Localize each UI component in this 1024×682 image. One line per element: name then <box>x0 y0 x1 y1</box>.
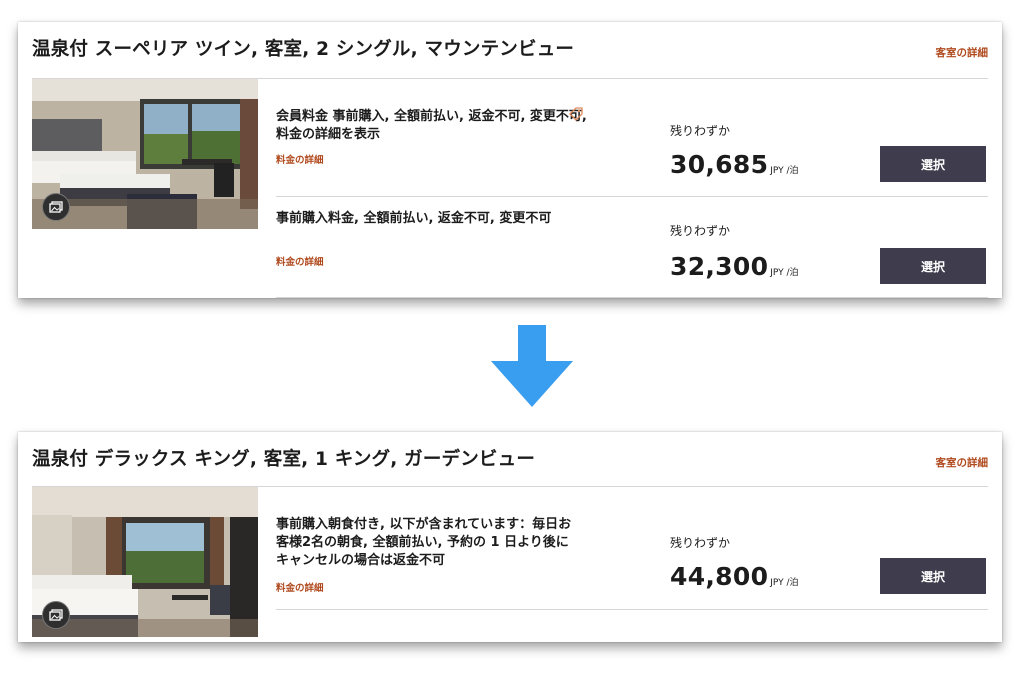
rate-description: 会員料金 事前購入, 全額前払い, 返金不可, 変更不可, 料金の詳細を表示 <box>276 109 587 142</box>
rate-details-link[interactable]: 料金の詳細 <box>276 580 324 594</box>
price-amount: 32,300 <box>670 252 769 281</box>
price-amount: 30,685 <box>670 150 769 179</box>
rate-row: 事前購入料金, 全額前払い, 返金不可, 変更不可 料金の詳細 残りわずか 32… <box>276 210 988 298</box>
price-unit: JPY /泊 <box>770 578 799 588</box>
select-button[interactable]: 選択 <box>880 558 986 594</box>
gallery-icon <box>49 201 63 213</box>
rate-divider <box>276 297 988 298</box>
price-unit: JPY /泊 <box>770 166 799 176</box>
select-button[interactable]: 選択 <box>880 146 986 182</box>
price: 30,685 JPY /泊 <box>670 150 799 179</box>
gallery-button[interactable] <box>42 601 70 629</box>
select-button[interactable]: 選択 <box>880 248 986 284</box>
room-photo[interactable] <box>32 487 258 637</box>
room-card-deluxe-king: 温泉付 デラックス キング, 客室, 1 キング, ガーデンビュー 客室の詳細 <box>18 432 1002 642</box>
room-details-link[interactable]: 客室の詳細 <box>936 45 989 60</box>
rate-details-link[interactable]: 料金の詳細 <box>276 152 324 166</box>
rate-row: 事前購入朝食付き, 以下が含まれています：毎日お客様2名の朝食, 全額前払い, … <box>276 516 988 608</box>
room-details-link[interactable]: 客室の詳細 <box>936 455 989 470</box>
rate-divider <box>276 609 988 610</box>
arrow-down-icon <box>491 325 573 407</box>
gallery-icon <box>49 609 63 621</box>
gallery-button[interactable] <box>42 193 70 221</box>
availability-text: 残りわずか <box>670 536 731 550</box>
availability-text: 残りわずか <box>670 224 731 238</box>
availability-text: 残りわずか <box>670 124 731 138</box>
room-title: 温泉付 デラックス キング, 客室, 1 キング, ガーデンビュー <box>32 449 536 470</box>
room-title: 温泉付 スーペリア ツイン, 客室, 2 シングル, マウンテンビュー <box>32 39 575 60</box>
rate-divider <box>276 196 988 197</box>
room-photo[interactable] <box>32 79 258 229</box>
price: 44,800 JPY /泊 <box>670 562 799 591</box>
room-card-superior-twin: 温泉付 スーペリア ツイン, 客室, 2 シングル, マウンテンビュー 客室の詳… <box>18 22 1002 298</box>
tag-icon <box>569 107 583 121</box>
price: 32,300 JPY /泊 <box>670 252 799 281</box>
rate-details-link[interactable]: 料金の詳細 <box>276 254 324 268</box>
rate-description: 事前購入料金, 全額前払い, 返金不可, 変更不可 <box>276 211 552 226</box>
price-unit: JPY /泊 <box>770 268 799 278</box>
price-amount: 44,800 <box>670 562 769 591</box>
rate-description: 事前購入朝食付き, 以下が含まれています：毎日お客様2名の朝食, 全額前払い, … <box>276 517 572 568</box>
rate-row: 会員料金 事前購入, 全額前払い, 返金不可, 変更不可, 料金の詳細を表示 料… <box>276 107 988 198</box>
